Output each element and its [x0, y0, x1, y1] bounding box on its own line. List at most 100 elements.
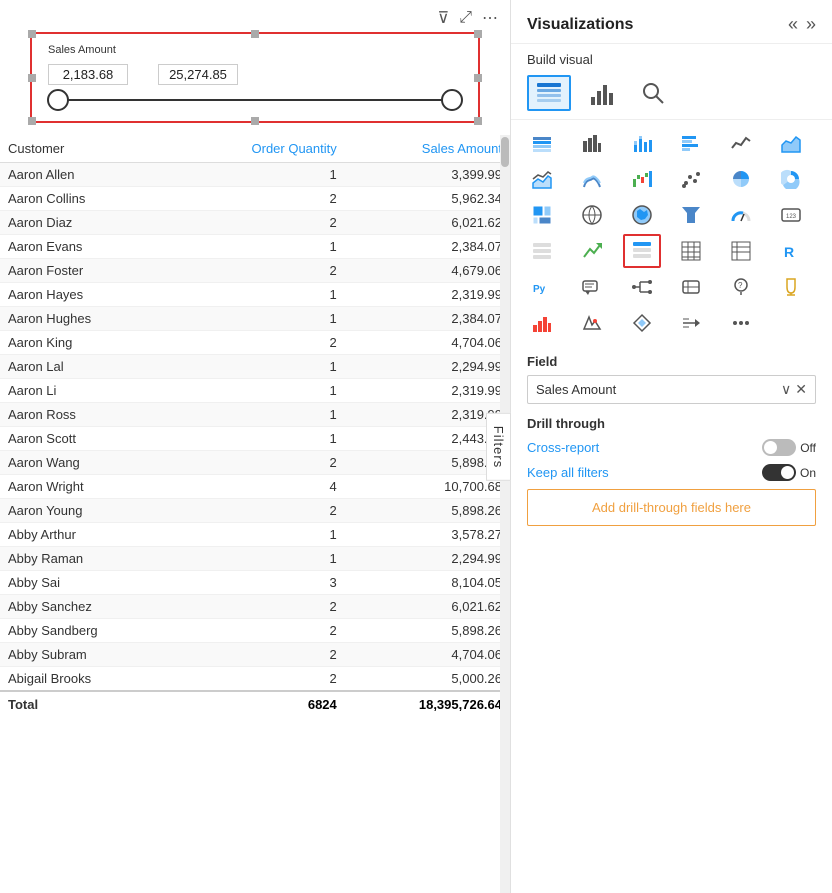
- resize-handle-br[interactable]: [474, 117, 482, 125]
- resize-handle-tr[interactable]: [474, 30, 482, 38]
- slider-right-value[interactable]: 25,274.85: [158, 64, 238, 85]
- slider-right-handle[interactable]: [441, 89, 463, 111]
- viz-icon-map[interactable]: [573, 198, 611, 232]
- viz-icon-treemap[interactable]: [523, 198, 561, 232]
- top-viz-icon-bar[interactable]: [579, 75, 623, 111]
- drill-fields-text: Add drill-through fields here: [592, 500, 751, 515]
- cross-report-toggle[interactable]: Off: [762, 439, 816, 456]
- table-row[interactable]: Abby Arthur 1 3,578.27: [0, 523, 510, 547]
- resize-handle-bm[interactable]: [251, 117, 259, 125]
- keep-filters-toggle[interactable]: On: [762, 464, 816, 481]
- resize-handle-lm[interactable]: [28, 74, 36, 82]
- viz-icon-trophy[interactable]: [772, 270, 810, 304]
- filter-icon[interactable]: ⊽: [437, 8, 449, 28]
- viz-icon-gauge[interactable]: [722, 198, 760, 232]
- slider-track-area[interactable]: [48, 99, 462, 101]
- field-chevron-icon[interactable]: ∨: [781, 381, 791, 398]
- table-row[interactable]: Aaron Young 2 5,898.26: [0, 499, 510, 523]
- viz-icon-ribbon[interactable]: [573, 162, 611, 196]
- table-row[interactable]: Aaron Collins 2 5,962.34: [0, 187, 510, 211]
- viz-icon-waterfall[interactable]: [623, 162, 661, 196]
- resize-handle-tl[interactable]: [28, 30, 36, 38]
- table-row[interactable]: Aaron Li 1 2,319.99: [0, 379, 510, 403]
- field-dropdown[interactable]: Sales Amount ∨ ✕: [527, 375, 816, 404]
- table-row[interactable]: Abby Sai 3 8,104.05: [0, 571, 510, 595]
- table-row[interactable]: Abby Subram 2 4,704.06: [0, 643, 510, 667]
- viz-icon-funnel[interactable]: [672, 198, 710, 232]
- slider-track[interactable]: [58, 99, 452, 101]
- viz-icon-kpi[interactable]: [573, 234, 611, 268]
- viz-icon-r-visual[interactable]: R: [772, 234, 810, 268]
- table-row[interactable]: Aaron Evans 1 2,384.07: [0, 235, 510, 259]
- table-row[interactable]: Aaron Hughes 1 2,384.07: [0, 307, 510, 331]
- cell-order-qty: 1: [176, 523, 345, 547]
- scroll-thumb[interactable]: [501, 137, 509, 167]
- viz-icon-python[interactable]: Py: [523, 270, 561, 304]
- viz-icon-stacked-bar[interactable]: [523, 126, 561, 160]
- viz-icon-qna[interactable]: ?: [722, 270, 760, 304]
- cell-customer: Abby Arthur: [0, 523, 176, 547]
- viz-icon-card[interactable]: 123: [772, 198, 810, 232]
- header-sales-amt[interactable]: Sales Amount: [345, 135, 510, 163]
- table-row[interactable]: Aaron Wright 4 10,700.68: [0, 475, 510, 499]
- keep-filters-toggle-track[interactable]: [762, 464, 796, 481]
- viz-icon-matrix[interactable]: [722, 234, 760, 268]
- viz-icon-pie[interactable]: [722, 162, 760, 196]
- table-row[interactable]: Aaron Diaz 2 6,021.62: [0, 211, 510, 235]
- slider-left-handle[interactable]: [47, 89, 69, 111]
- resize-handle-bl[interactable]: [28, 117, 36, 125]
- slider-left-value[interactable]: 2,183.68: [48, 64, 128, 85]
- cross-report-toggle-track[interactable]: [762, 439, 796, 456]
- table-row[interactable]: Aaron Ross 1 2,319.99: [0, 403, 510, 427]
- viz-icon-more[interactable]: [722, 306, 760, 340]
- viz-icon-slicer[interactable]: [623, 234, 661, 268]
- resize-handle-rm[interactable]: [474, 74, 482, 82]
- viz-icon-multi-row[interactable]: [523, 234, 561, 268]
- table-row[interactable]: Aaron Foster 2 4,679.06: [0, 259, 510, 283]
- viz-icon-map2[interactable]: [573, 306, 611, 340]
- resize-handle-tm[interactable]: [251, 30, 259, 38]
- filters-tab[interactable]: Filters: [486, 412, 511, 480]
- table-row[interactable]: Aaron Allen 1 3,399.99: [0, 163, 510, 187]
- expand-right-icon[interactable]: »: [806, 14, 816, 35]
- viz-icon-stacked-col[interactable]: [623, 126, 661, 160]
- viz-icon-area-chart[interactable]: [772, 126, 810, 160]
- table-row[interactable]: Aaron King 2 4,704.06: [0, 331, 510, 355]
- viz-icon-smart-narrative[interactable]: [573, 270, 611, 304]
- viz-icon-line-chart[interactable]: [722, 126, 760, 160]
- field-close-icon[interactable]: ✕: [795, 381, 807, 398]
- table-row[interactable]: Aaron Scott 1 2,443.35: [0, 427, 510, 451]
- header-order-qty[interactable]: Order Quantity: [176, 135, 345, 163]
- viz-icon-bar-chart[interactable]: [573, 126, 611, 160]
- expand-icon[interactable]: ⤢: [459, 9, 472, 27]
- top-viz-icon-search[interactable]: [631, 75, 675, 111]
- viz-icon-bar2[interactable]: [523, 306, 561, 340]
- table-row[interactable]: Abby Sanchez 2 6,021.62: [0, 595, 510, 619]
- more-icon[interactable]: ⋯: [482, 8, 498, 28]
- collapse-icon[interactable]: «: [788, 14, 798, 35]
- viz-icon-decomp-tree[interactable]: [623, 270, 661, 304]
- viz-icon-clustered-bar[interactable]: [672, 126, 710, 160]
- table-row[interactable]: Aaron Wang 2 5,898.26: [0, 451, 510, 475]
- viz-icon-scatter[interactable]: [672, 162, 710, 196]
- viz-icon-filled-map[interactable]: [623, 198, 661, 232]
- viz-icon-diamond[interactable]: [623, 306, 661, 340]
- header-customer[interactable]: Customer: [0, 135, 176, 163]
- cell-customer: Aaron Wang: [0, 451, 176, 475]
- table-row[interactable]: Aaron Lal 1 2,294.99: [0, 355, 510, 379]
- scroll-indicator[interactable]: [500, 135, 510, 893]
- build-visual-tab[interactable]: Build visual: [511, 44, 832, 71]
- viz-icon-donut[interactable]: [772, 162, 810, 196]
- cell-customer: Aaron Wright: [0, 475, 176, 499]
- table-row[interactable]: Abby Sandberg 2 5,898.26: [0, 619, 510, 643]
- table-row[interactable]: Abby Raman 1 2,294.99: [0, 547, 510, 571]
- field-dropdown-value: Sales Amount: [536, 382, 616, 397]
- viz-icon-table-vis[interactable]: [672, 234, 710, 268]
- viz-icon-line-area[interactable]: [523, 162, 561, 196]
- drill-fields-box[interactable]: Add drill-through fields here: [527, 489, 816, 526]
- viz-icon-key-influencers[interactable]: [672, 270, 710, 304]
- top-viz-icon-table[interactable]: [527, 75, 571, 111]
- table-row[interactable]: Aaron Hayes 1 2,319.99: [0, 283, 510, 307]
- viz-icon-arrows[interactable]: [672, 306, 710, 340]
- table-row[interactable]: Abigail Brooks 2 5,000.26: [0, 667, 510, 692]
